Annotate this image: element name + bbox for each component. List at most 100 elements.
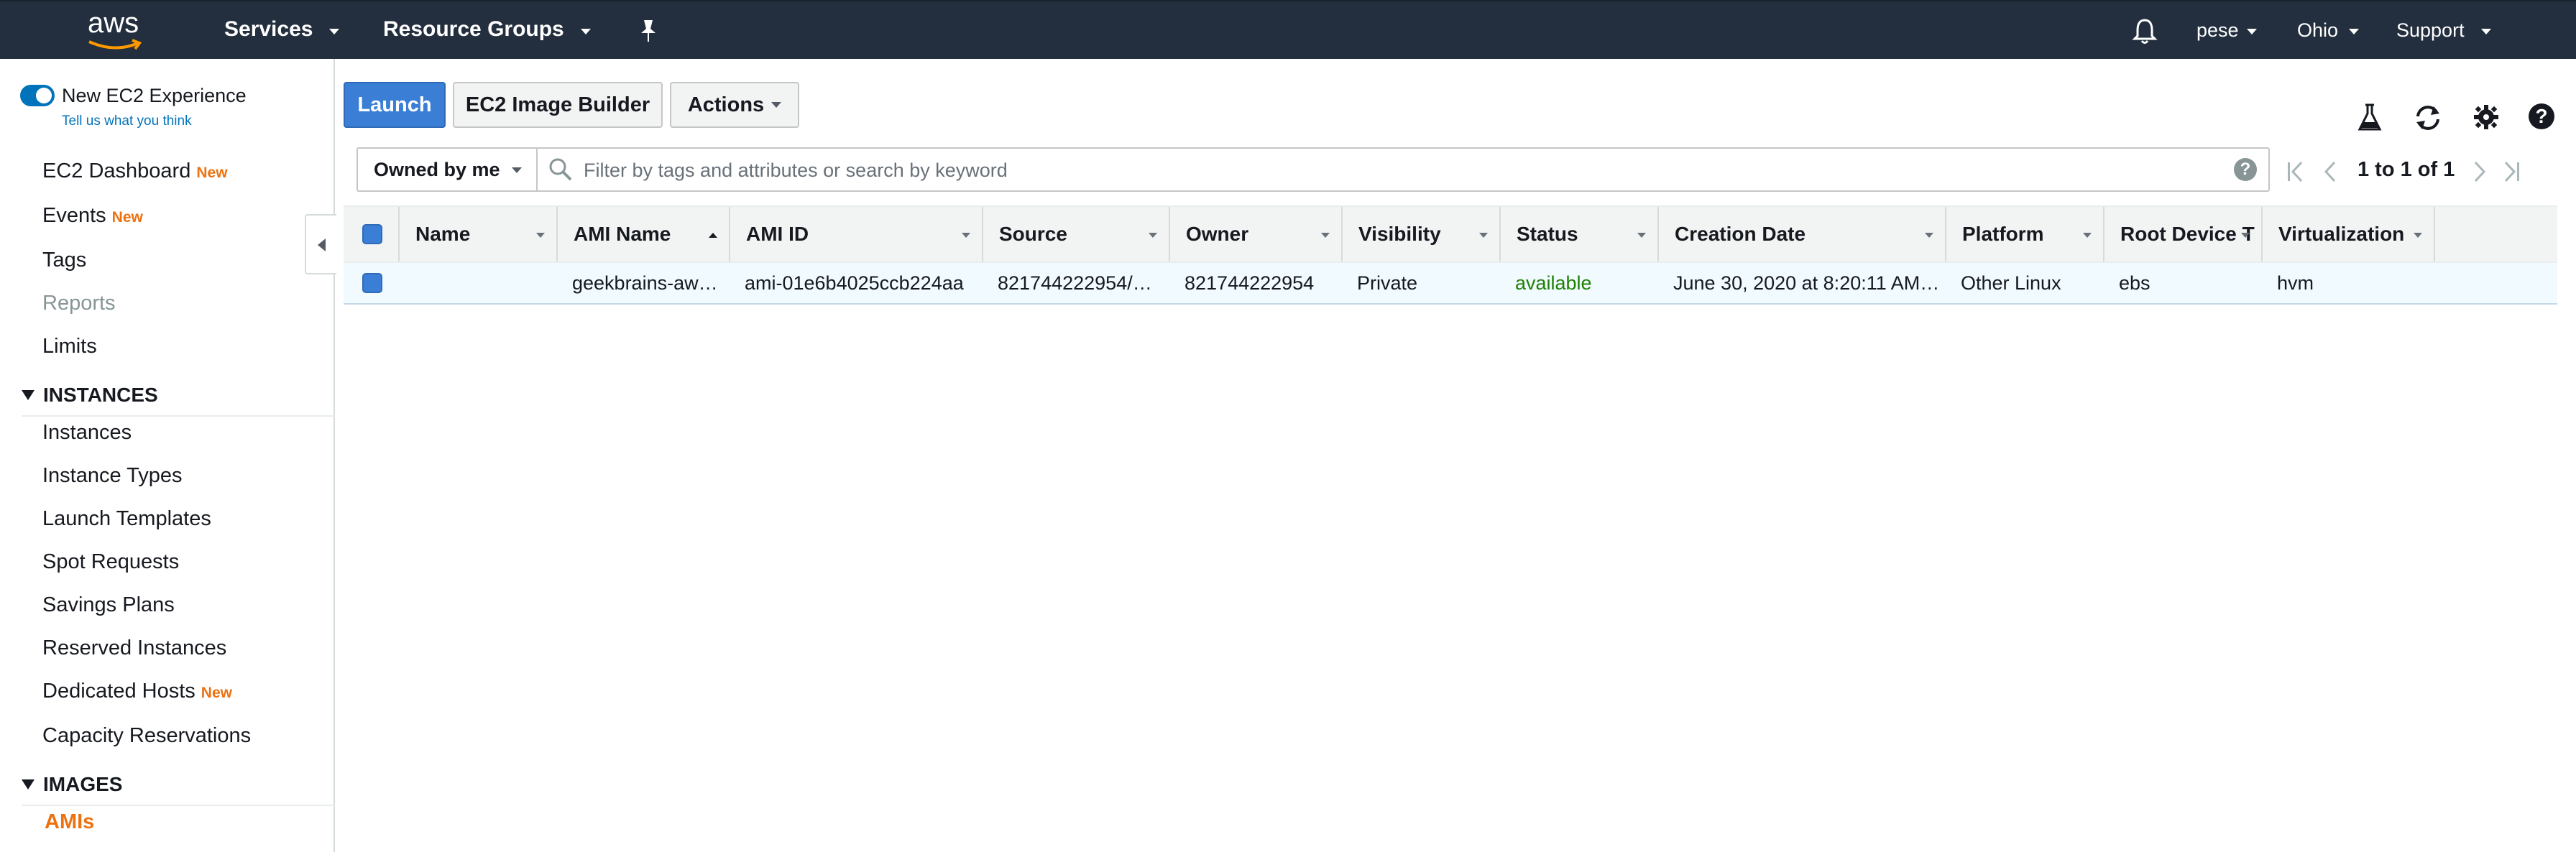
sidebar-item-label: Instances: [42, 421, 132, 444]
sort-caret-icon: [2241, 233, 2250, 238]
first-page-icon[interactable]: [2286, 159, 2304, 184]
new-experience-label: New EC2 Experience: [62, 85, 247, 106]
cell-source: 821744222954/…: [998, 272, 1152, 294]
column-header-name[interactable]: Name: [400, 207, 558, 261]
cell-creation-date: June 30, 2020 at 8:20:11 AM…: [1673, 272, 1940, 294]
sort-caret-icon: [1479, 233, 1488, 238]
sort-caret-icon: [2083, 233, 2092, 238]
column-header-source[interactable]: Source: [983, 207, 1170, 261]
pagination-text: 1 to 1 of 1: [2358, 158, 2455, 181]
settings-gear-icon[interactable]: [2472, 103, 2500, 131]
cell-platform: Other Linux: [1961, 272, 2061, 294]
refresh-icon[interactable]: [2412, 103, 2444, 132]
owner-filter-select[interactable]: Owned by me: [358, 149, 538, 190]
support-menu[interactable]: Support: [2396, 19, 2465, 42]
expand-triangle-icon: [22, 390, 34, 400]
column-header-owner[interactable]: Owner: [1170, 207, 1343, 261]
services-caret-icon: [329, 29, 339, 34]
resource-groups-menu[interactable]: Resource Groups: [383, 17, 564, 42]
notifications-bell-icon[interactable]: [2132, 17, 2158, 45]
search-input[interactable]: [582, 156, 2224, 185]
sidebar-item-label: Spot Requests: [42, 550, 180, 573]
column-header-label: Source: [999, 223, 1067, 245]
sidebar-item-label: Events: [42, 204, 106, 227]
sidebar-item-label: Tags: [42, 249, 87, 272]
column-header-status[interactable]: Status: [1501, 207, 1659, 261]
new-experience-toggle[interactable]: [20, 85, 55, 106]
section-header-instances[interactable]: INSTANCES: [22, 384, 158, 407]
column-header-label: Platform: [1962, 223, 2044, 245]
cell-ami-name: geekbrains-aw…: [572, 272, 718, 294]
column-header-ami-id[interactable]: AMI ID: [730, 207, 983, 261]
row-checkbox[interactable]: [362, 273, 382, 293]
sidebar-item-label: Launch Templates: [42, 507, 211, 530]
sidebar-divider: [22, 805, 335, 806]
image-builder-button[interactable]: EC2 Image Builder: [453, 82, 663, 128]
column-header-label: Status: [1517, 223, 1578, 245]
services-menu[interactable]: Services: [224, 17, 313, 42]
collapse-sidebar-button[interactable]: [305, 214, 336, 274]
cell-root-device: ebs: [2119, 272, 2150, 294]
column-header-virtualization[interactable]: Virtualization: [2263, 207, 2435, 261]
aws-logo[interactable]: aws: [83, 7, 148, 53]
search-help-icon[interactable]: ?: [2234, 158, 2257, 181]
sort-caret-icon: [1149, 233, 1157, 238]
sidebar-item-reports[interactable]: Reports: [42, 292, 116, 315]
owner-filter-label: Owned by me: [374, 159, 500, 180]
previous-page-icon[interactable]: [2322, 159, 2339, 184]
cell-name: [400, 263, 558, 303]
sidebar-item-label: EC2 Dashboard: [42, 159, 191, 182]
sidebar-item-tags[interactable]: Tags: [42, 249, 86, 272]
actions-button[interactable]: Actions: [670, 82, 799, 128]
column-header-label: Visibility: [1358, 223, 1441, 245]
section-header-images[interactable]: IMAGES: [22, 773, 122, 796]
filter-bar: Owned by me ?: [356, 147, 2270, 192]
sidebar-item-label: Savings Plans: [42, 593, 175, 616]
sidebar-item-ec2-dashboard[interactable]: EC2 Dashboard New: [42, 159, 228, 183]
sidebar-item-instances[interactable]: Instances: [42, 421, 132, 445]
sidebar-item-reserved-instances[interactable]: Reserved Instances: [42, 636, 226, 660]
region-caret-icon: [2349, 29, 2359, 34]
sort-caret-icon: [1925, 233, 1933, 238]
sidebar-divider: [22, 415, 335, 417]
column-header-creation-date[interactable]: Creation Date: [1659, 207, 1946, 261]
sidebar-item-label: Instance Types: [42, 464, 183, 487]
sidebar-item-spot-requests[interactable]: Spot Requests: [42, 550, 179, 574]
launch-button[interactable]: Launch: [344, 82, 446, 128]
user-menu[interactable]: pese: [2196, 19, 2239, 42]
next-page-icon[interactable]: [2471, 159, 2488, 184]
select-all-cell: [344, 207, 400, 261]
column-header-visibility[interactable]: Visibility: [1343, 207, 1501, 261]
sidebar-item-events[interactable]: Events New: [42, 204, 143, 228]
column-header-platform[interactable]: Platform: [1946, 207, 2104, 261]
last-page-icon[interactable]: [2503, 159, 2521, 184]
region-menu[interactable]: Ohio: [2297, 19, 2338, 42]
sort-caret-icon: [962, 233, 970, 238]
pin-icon[interactable]: [637, 19, 660, 45]
column-header-ami-name[interactable]: AMI Name: [558, 207, 730, 261]
sidebar-item-dedicated-hosts[interactable]: Dedicated Hosts New: [42, 680, 232, 703]
sidebar-item-label: Reserved Instances: [42, 636, 227, 659]
sidebar-item-limits[interactable]: Limits: [42, 335, 97, 358]
column-header-label: AMI ID: [746, 223, 809, 245]
support-caret-icon: [2481, 29, 2491, 34]
sidebar-item-amis[interactable]: AMIs: [45, 810, 94, 834]
sidebar-item-launch-templates[interactable]: Launch Templates: [42, 507, 211, 531]
owner-filter-caret-icon: [512, 167, 522, 173]
sidebar-item-capacity-reservations[interactable]: Capacity Reservations: [42, 724, 251, 748]
new-badge: New: [201, 685, 232, 701]
table-row[interactable]: geekbrains-aw… ami-01e6b4025ccb224aa 821…: [344, 263, 2557, 305]
sidebar-item-label: Capacity Reservations: [42, 724, 252, 747]
new-badge: New: [111, 209, 143, 226]
column-header-root-device[interactable]: Root Device T: [2104, 207, 2263, 261]
collapse-arrow-icon: [318, 239, 326, 251]
help-icon[interactable]: ?: [2529, 103, 2554, 129]
feedback-link[interactable]: Tell us what you think: [62, 114, 192, 129]
sidebar-item-label: Limits: [42, 335, 97, 358]
sidebar-item-savings-plans[interactable]: Savings Plans: [42, 593, 175, 617]
sidebar-item-instance-types[interactable]: Instance Types: [42, 464, 183, 488]
select-all-checkbox[interactable]: [362, 224, 382, 244]
flask-experiment-icon[interactable]: [2358, 103, 2382, 132]
sort-caret-icon: [1321, 233, 1330, 238]
actions-button-label: Actions: [687, 93, 765, 116]
